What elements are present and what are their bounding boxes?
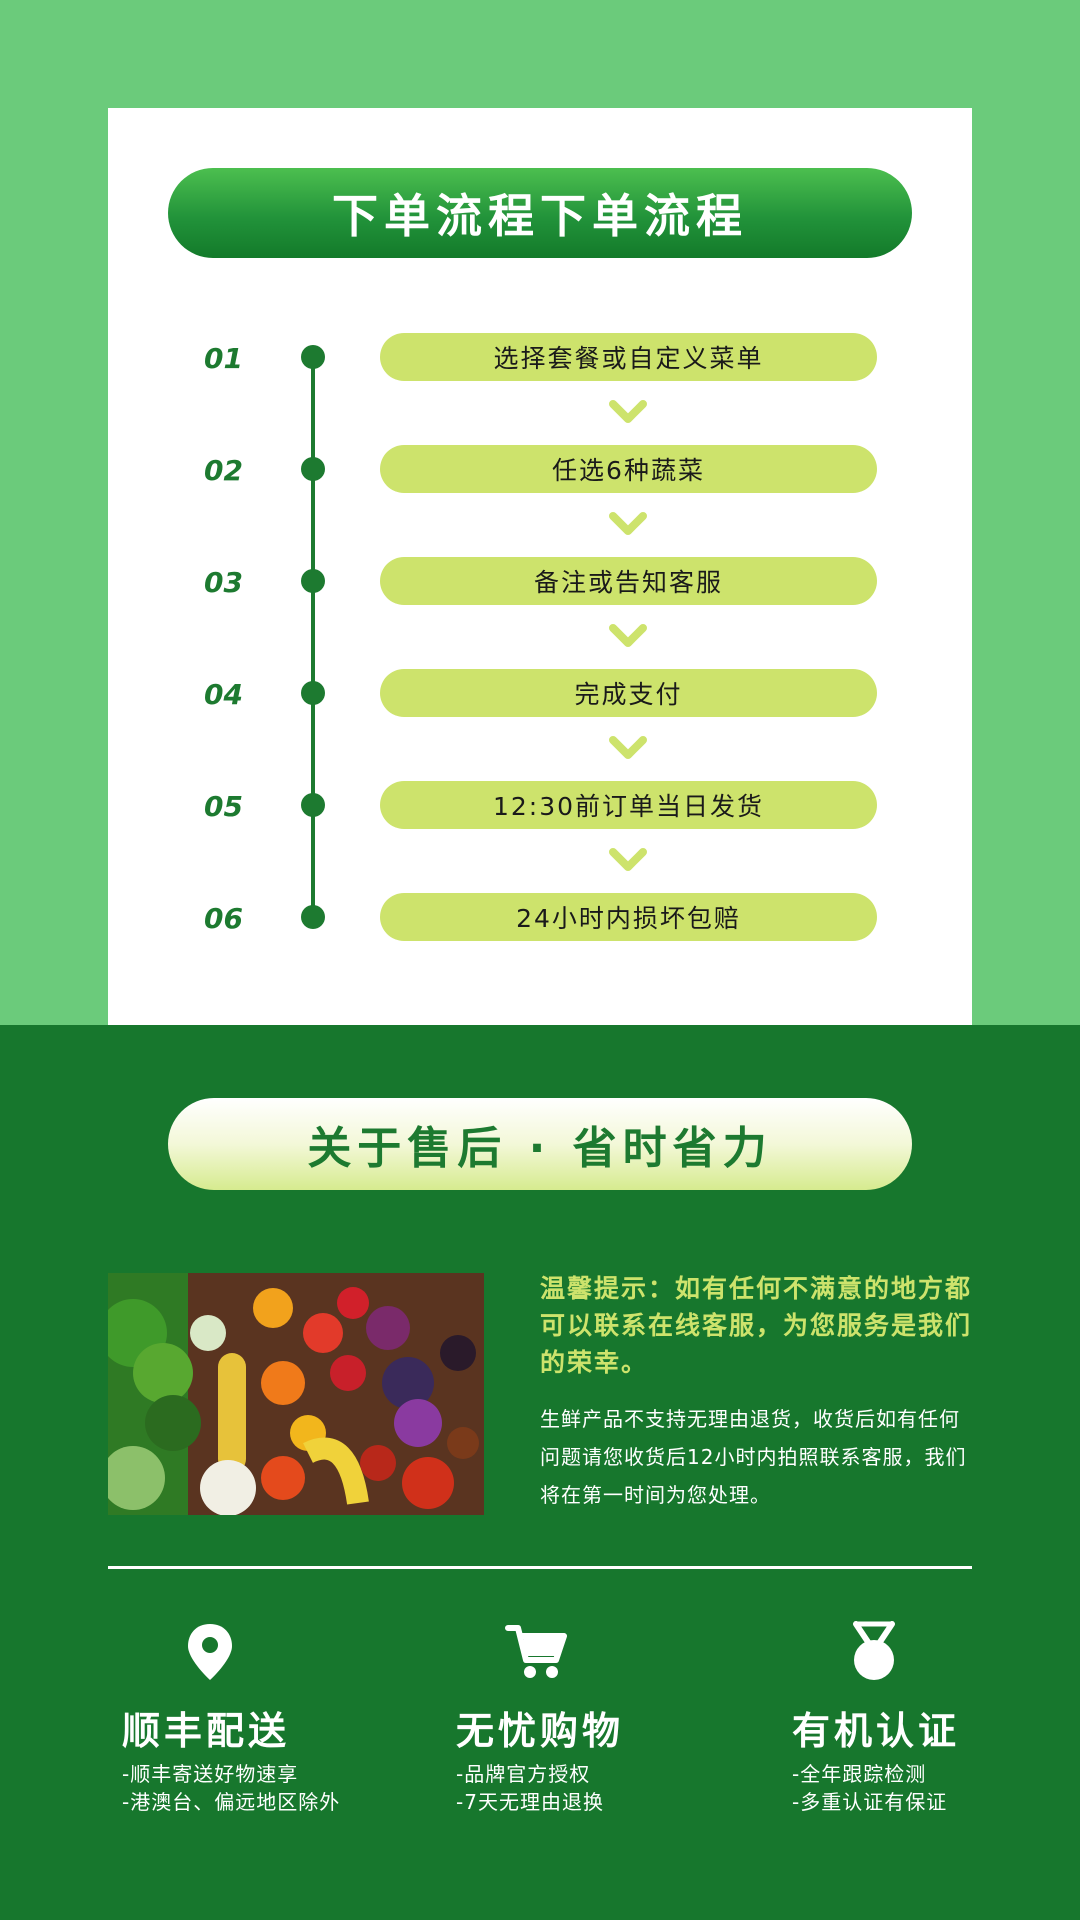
chevron-down-icon: [609, 624, 647, 647]
step-number: 04: [204, 677, 243, 711]
feature-title: 顺丰配送: [122, 1709, 291, 1753]
tip-title: 温馨提示：如有任何不满意的地方都可以联系在线客服，为您服务是我们的荣幸。: [540, 1274, 973, 1377]
timeline-dot: [301, 681, 325, 705]
tip-body: 生鲜产品不支持无理由退货，收货后如有任何问题请您收货后12小时内拍照联系客服，我…: [540, 1407, 967, 1507]
location-pin-icon: [188, 1624, 232, 1680]
step-pill: 选择套餐或自定义菜单: [380, 333, 877, 381]
step-label: 备注或告知客服: [533, 568, 723, 597]
step-label: 完成支付: [574, 680, 683, 709]
shopping-cart-icon: [505, 1625, 567, 1678]
step-number: 02: [204, 453, 243, 487]
step-pill: 备注或告知客服: [380, 557, 877, 605]
timeline-line: [311, 357, 315, 918]
divider: [108, 1566, 972, 1569]
feature-line: -港澳台、偏远地区除外: [122, 1790, 341, 1814]
process-title-banner: 下单流程下单流程: [168, 168, 912, 258]
feature-line: -7天无理由退换: [456, 1790, 604, 1814]
feature-line: -品牌官方授权: [456, 1762, 591, 1786]
medal-icon: [853, 1621, 895, 1680]
timeline-dot: [301, 345, 325, 369]
timeline-dot: [301, 569, 325, 593]
step-pill: 任选6种蔬菜: [380, 445, 877, 493]
feature-title: 有机认证: [792, 1709, 961, 1753]
step-number: 06: [204, 901, 243, 935]
process-title: 下单流程下单流程: [332, 189, 748, 243]
step-label: 选择套餐或自定义菜单: [493, 344, 764, 373]
chevron-down-icon: [609, 848, 647, 871]
chevron-down-icon: [609, 512, 647, 535]
timeline-dot: [301, 793, 325, 817]
aftersale-title: 关于售后 · 省时省力: [307, 1123, 773, 1174]
step-pill: 完成支付: [380, 669, 877, 717]
step-label: 12:30前订单当日发货: [492, 792, 765, 821]
vegetables-photo: [108, 1273, 484, 1515]
step-number: 03: [204, 565, 243, 599]
step-label: 任选6种蔬菜: [552, 456, 705, 485]
step-label: 24小时内损坏包赔: [516, 904, 741, 933]
timeline-dot: [301, 905, 325, 929]
timeline-dot: [301, 457, 325, 481]
step-pill: 12:30前订单当日发货: [380, 781, 877, 829]
feature-line: -顺丰寄送好物速享: [122, 1762, 299, 1786]
feature-line: -多重认证有保证: [792, 1790, 948, 1814]
step-pill: 24小时内损坏包赔: [380, 893, 877, 941]
step-number: 01: [204, 341, 243, 375]
chevron-down-icon: [609, 736, 647, 759]
feature-line: -全年跟踪检测: [792, 1762, 927, 1786]
chevron-down-icon: [609, 400, 647, 423]
feature-title: 无忧购物: [456, 1709, 625, 1753]
aftersale-title-banner: 关于售后 · 省时省力: [168, 1098, 912, 1190]
step-number: 05: [204, 789, 243, 823]
